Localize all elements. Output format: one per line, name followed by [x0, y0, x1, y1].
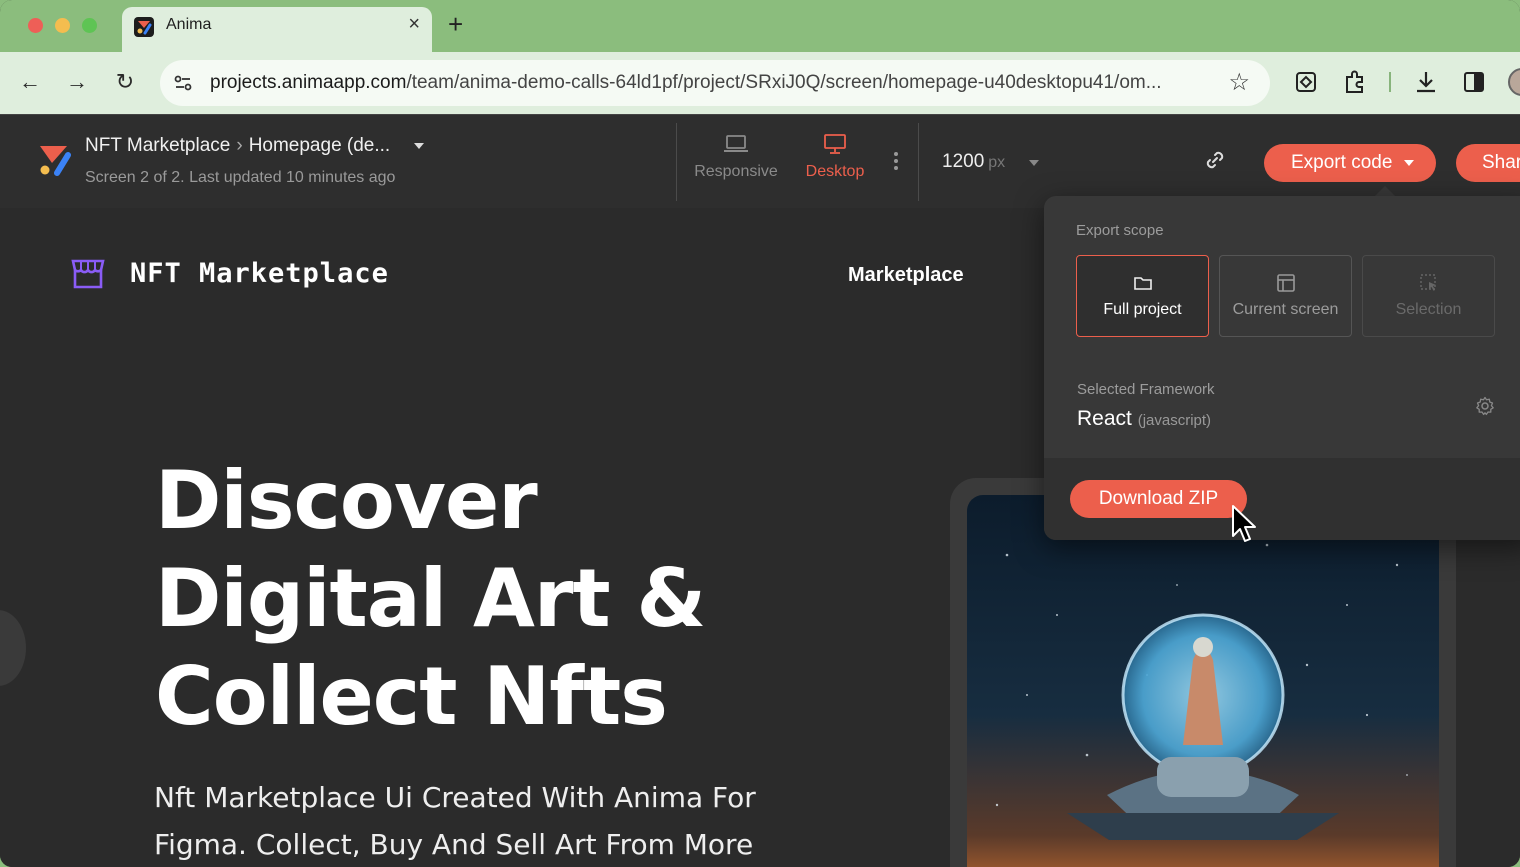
- hero-title-line: Digital Art &: [155, 552, 706, 645]
- view-responsive-button[interactable]: Responsive: [686, 133, 786, 181]
- breadcrumb-screen[interactable]: Homepage (de...: [249, 135, 391, 156]
- back-button[interactable]: ←: [14, 66, 46, 98]
- hero-subtitle: Nft Marketplace Ui Created With Anima Fo…: [154, 781, 756, 861]
- url-domain: projects.animaapp.com: [210, 72, 407, 93]
- export-dropdown-caret-icon: [1404, 160, 1414, 166]
- canvas-side-handle[interactable]: [0, 610, 26, 686]
- screen-status-text: Screen 2 of 2. Last updated 10 minutes a…: [85, 169, 396, 186]
- browser-window: Anima × + ← → ↻ projects.animaapp.com/te…: [0, 0, 1520, 867]
- reload-button[interactable]: ↻: [109, 66, 141, 98]
- side-panel-icon[interactable]: [1460, 68, 1488, 96]
- desktop-monitor-icon: [824, 134, 846, 154]
- framework-label: Selected Framework: [1077, 381, 1215, 398]
- storefront-icon: [71, 259, 105, 289]
- gear-icon[interactable]: [1475, 396, 1495, 416]
- bookmark-star-icon[interactable]: ☆: [1228, 68, 1250, 97]
- browser-tab-anima[interactable]: Anima ×: [122, 7, 432, 52]
- url-path: /team/anima-demo-calls-64ld1pf/project/S…: [406, 72, 1162, 93]
- framework-language: (javascript): [1137, 412, 1212, 429]
- scope-current-screen-label: Current screen: [1232, 301, 1339, 318]
- site-logo-text: NFT Marketplace: [130, 258, 389, 289]
- width-dropdown-caret-icon[interactable]: [1029, 160, 1039, 166]
- extensions-puzzle-icon[interactable]: [1341, 68, 1369, 96]
- breadcrumb: NFT Marketplace › Homepage (de...: [85, 135, 390, 157]
- toolbar-divider: [1389, 72, 1391, 92]
- width-value: 1200: [942, 151, 985, 172]
- export-code-label: Export code: [1291, 152, 1393, 173]
- width-unit: px: [988, 154, 1006, 171]
- minimize-window-button[interactable]: [55, 18, 70, 33]
- scope-selection-label: Selection: [1395, 301, 1462, 318]
- export-panel: Export scope Full project Current screen…: [1044, 196, 1520, 540]
- tab-title: Anima: [166, 16, 212, 33]
- browser-toolbar: ← → ↻ projects.animaapp.com/team/anima-d…: [0, 52, 1520, 114]
- hero-title-line: Collect Nfts: [155, 650, 668, 743]
- site-settings-icon[interactable]: [172, 72, 194, 94]
- share-button[interactable]: Shar: [1456, 144, 1520, 182]
- export-code-button[interactable]: Export code: [1264, 144, 1436, 182]
- forward-button[interactable]: →: [61, 66, 93, 98]
- nft-artwork-image: [967, 495, 1439, 867]
- header-divider: [676, 123, 677, 201]
- header-divider: [918, 123, 919, 201]
- framework-value: React (javascript): [1077, 407, 1211, 431]
- more-options-icon[interactable]: [893, 149, 899, 173]
- mouse-pointer-icon: [1232, 505, 1256, 542]
- selection-cursor-icon: [1419, 274, 1436, 291]
- scope-current-screen-option[interactable]: Current screen: [1219, 255, 1352, 337]
- scope-selection-option[interactable]: Selection: [1362, 255, 1495, 337]
- view-desktop-label: Desktop: [805, 163, 865, 180]
- hero-title: Discover Digital Art & Collect Nfts: [155, 452, 855, 746]
- view-responsive-label: Responsive: [694, 163, 778, 180]
- tab-bar: Anima × +: [0, 0, 1520, 52]
- width-selector[interactable]: 1200 px: [942, 151, 1005, 173]
- laptop-icon: [724, 135, 748, 152]
- breadcrumb-separator-icon: ›: [236, 135, 243, 156]
- copy-link-icon[interactable]: [1202, 147, 1228, 173]
- layout-screen-icon: [1276, 274, 1295, 292]
- scope-full-project-option[interactable]: Full project: [1076, 255, 1209, 337]
- view-desktop-button[interactable]: Desktop: [785, 133, 885, 181]
- breadcrumb-project[interactable]: NFT Marketplace: [85, 135, 230, 156]
- anima-header: NFT Marketplace › Homepage (de... Screen 2…: [0, 114, 1520, 208]
- framework-name: React: [1077, 407, 1132, 430]
- hero-title-line: Discover: [155, 454, 538, 547]
- url-text[interactable]: projects.animaapp.com/team/anima-demo-ca…: [210, 72, 1162, 94]
- screen-dropdown-caret-icon[interactable]: [414, 143, 424, 149]
- scope-full-project-label: Full project: [1103, 301, 1182, 318]
- anima-logo-icon[interactable]: [37, 141, 73, 177]
- anima-favicon-icon: [134, 17, 154, 37]
- tab-close-icon[interactable]: ×: [408, 13, 420, 36]
- download-zip-button[interactable]: Download ZIP: [1070, 480, 1247, 518]
- close-window-button[interactable]: [28, 18, 43, 33]
- profile-avatar[interactable]: [1508, 68, 1520, 96]
- folder-icon: [1133, 277, 1152, 290]
- new-tab-button[interactable]: +: [448, 9, 463, 39]
- export-scope-label: Export scope: [1076, 222, 1164, 239]
- site-nav-marketplace[interactable]: Marketplace: [848, 264, 964, 287]
- maximize-window-button[interactable]: [82, 18, 97, 33]
- export-panel-footer: Download ZIP: [1044, 458, 1520, 540]
- address-bar[interactable]: projects.animaapp.com/team/anima-demo-ca…: [160, 60, 1270, 106]
- extension-icon[interactable]: [1292, 68, 1320, 96]
- download-icon[interactable]: [1412, 68, 1440, 96]
